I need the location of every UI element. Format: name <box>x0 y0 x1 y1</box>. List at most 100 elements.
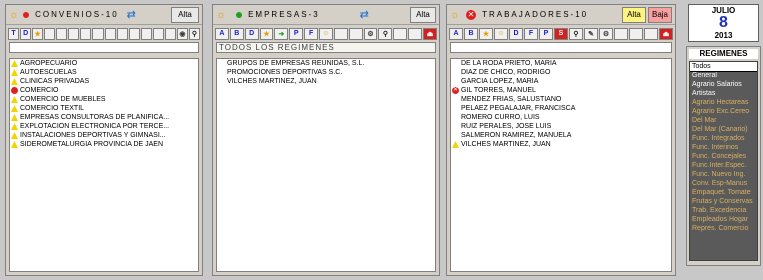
list-item[interactable]: COMERCIO TEXTIL <box>10 104 198 113</box>
regimen-item[interactable]: Empleados Hogar <box>690 215 757 224</box>
regimen-item[interactable]: Repres. Comercio <box>690 224 757 233</box>
blank-button[interactable] <box>116 27 128 40</box>
toolbar-s-button[interactable]: S <box>554 27 568 40</box>
regimen-item[interactable]: Func. Nuevo Ing. <box>690 170 757 179</box>
pencil-icon[interactable]: ✎ <box>584 27 598 40</box>
smiley-icon[interactable]: ☺ <box>319 27 333 40</box>
blank-button[interactable] <box>644 27 658 40</box>
toolbar-f-button[interactable]: F <box>304 27 319 40</box>
blank-button[interactable] <box>56 27 68 40</box>
sun-icon[interactable]: ☼ <box>216 9 226 21</box>
regimen-item[interactable]: Agrario Salarios <box>690 80 757 89</box>
star-icon[interactable]: ★ <box>259 27 274 40</box>
blank-button[interactable] <box>408 27 423 40</box>
blank-button[interactable] <box>140 27 152 40</box>
list-item[interactable]: COMERCIO DE MUEBLES <box>10 95 198 104</box>
trabajadores-baja-button[interactable]: Baja <box>648 6 672 23</box>
regimen-item[interactable]: General <box>690 71 757 80</box>
arrow-icon[interactable]: ➜ <box>274 27 289 40</box>
regimen-item[interactable]: Func.Inter.Espec. <box>690 161 757 170</box>
star-icon[interactable]: ★ <box>32 27 44 40</box>
toolbar-f-button[interactable]: F <box>524 27 538 40</box>
list-item[interactable]: GARCIA LOPEZ, MARIA <box>451 77 671 86</box>
list-item[interactable]: VILCHES MARTINEZ, JUAN <box>451 140 671 149</box>
regimen-item[interactable]: Func. Interinos <box>690 143 757 152</box>
list-item[interactable]: DIAZ DE CHICO, RODRIGO <box>451 68 671 77</box>
list-item[interactable]: SALMERON RAMIREZ, MANUELA <box>451 131 671 140</box>
list-item[interactable]: AUTOESCUELAS <box>10 68 198 77</box>
convenios-alta-button[interactable]: Alta <box>171 6 199 23</box>
toolbar-a-button[interactable]: A <box>449 27 463 40</box>
regimen-item[interactable]: Agrario Hectareas <box>690 98 757 107</box>
trabajadores-search-input[interactable] <box>450 42 672 53</box>
list-item[interactable]: MENDEZ FRIAS, SALUSTIANO <box>451 95 671 104</box>
blank-button[interactable] <box>152 27 164 40</box>
exit-icon[interactable]: ⏏ <box>423 27 437 40</box>
trabajadores-alta-button[interactable]: Alta <box>622 6 646 23</box>
empresas-alta-button[interactable]: Alta <box>410 6 436 23</box>
toolbar-p-button[interactable]: P <box>289 27 304 40</box>
toolbar-b-button[interactable]: B <box>229 27 244 40</box>
regimen-item[interactable]: Trab. Excedencia <box>690 206 757 215</box>
list-item[interactable]: ROMERO CURRO, LUIS <box>451 113 671 122</box>
list-item[interactable]: CLINICAS PRIVADAS <box>10 77 198 86</box>
regimen-item[interactable]: Del Mar (Canario) <box>690 125 757 134</box>
empresas-filter-input[interactable]: TODOS LOS REGIMENES <box>216 42 436 53</box>
smiley-icon[interactable]: ☺ <box>494 27 508 40</box>
blank-button[interactable] <box>68 27 80 40</box>
blank-button[interactable] <box>393 27 408 40</box>
calendar-widget[interactable]: JULIO 8 2013 <box>688 4 759 42</box>
sun-icon[interactable]: ☼ <box>450 9 460 21</box>
blank-button[interactable] <box>80 27 92 40</box>
refresh-icon[interactable]: ⇄ <box>127 8 136 21</box>
regimen-item[interactable]: Agrario Exc.Cereo <box>690 107 757 116</box>
list-item[interactable]: VILCHES MARTINEZ, JUAN <box>217 77 435 86</box>
toolbar-d-button[interactable]: D <box>509 27 523 40</box>
list-item[interactable]: INSTALACIONES DEPORTIVAS Y GIMNASI... <box>10 131 198 140</box>
blank-button[interactable] <box>104 27 116 40</box>
list-item[interactable]: AGROPECUARIO <box>10 59 198 68</box>
blank-button[interactable] <box>92 27 104 40</box>
search-icon[interactable]: ⚲ <box>378 27 393 40</box>
regimen-item[interactable]: Frutas y Conservas <box>690 197 757 206</box>
list-item[interactable]: COMERCIO <box>10 86 198 95</box>
list-item[interactable]: DE LA RODA PRIETO, MARIA <box>451 59 671 68</box>
eye-icon[interactable]: ◉ <box>176 27 188 40</box>
toolbar-d-button[interactable]: D <box>20 27 32 40</box>
list-item[interactable]: PROMOCIONES DEPORTIVAS S.C. <box>217 68 435 77</box>
blank-button[interactable] <box>333 27 348 40</box>
regimen-item[interactable]: Del Mar <box>690 116 757 125</box>
blank-button[interactable] <box>614 27 628 40</box>
gear-icon[interactable]: ⚙ <box>599 27 613 40</box>
search-icon[interactable]: ⚲ <box>569 27 583 40</box>
list-item[interactable]: EMPRESAS CONSULTORAS DE PLANIFICA... <box>10 113 198 122</box>
regimen-item[interactable]: Empaquet. Tomate <box>690 188 757 197</box>
blank-button[interactable] <box>164 27 176 40</box>
list-item[interactable]: RUIZ PERALES, JOSE LUIS <box>451 122 671 131</box>
blank-button[interactable] <box>348 27 363 40</box>
sun-icon[interactable]: ☼ <box>9 9 19 21</box>
toolbar-t-button[interactable]: T <box>8 27 20 40</box>
toolbar-b-button[interactable]: B <box>464 27 478 40</box>
list-item[interactable]: EXPLOTACION ELECTRONICA POR TERCE... <box>10 122 198 131</box>
convenios-search-input[interactable] <box>9 42 199 53</box>
regimen-item[interactable]: Artistas <box>690 89 757 98</box>
blank-button[interactable] <box>44 27 56 40</box>
list-item[interactable]: GRUPOS DE EMPRESAS REUNIDAS, S.L. <box>217 59 435 68</box>
blank-button[interactable] <box>128 27 140 40</box>
regimen-item[interactable]: Func. Concejales <box>690 152 757 161</box>
exit-icon[interactable]: ⏏ <box>659 27 673 40</box>
toolbar-p-button[interactable]: P <box>539 27 553 40</box>
refresh-icon[interactable]: ⇄ <box>360 8 369 21</box>
list-item[interactable]: ✕ GIL TORRES, MANUEL <box>451 86 671 95</box>
search-icon[interactable]: ⚲ <box>188 27 200 40</box>
regimen-item[interactable]: Conv. Esp-Manus <box>690 179 757 188</box>
list-item[interactable]: PELAEZ PEGALAJAR, FRANCISCA <box>451 104 671 113</box>
regimen-item[interactable]: Todos <box>690 62 757 72</box>
star-icon[interactable]: ★ <box>479 27 493 40</box>
toolbar-a-button[interactable]: A <box>215 27 229 40</box>
gear-icon[interactable]: ⚙ <box>363 27 378 40</box>
blank-button[interactable] <box>629 27 643 40</box>
list-item[interactable]: SIDEROMETALURGIA PROVINCIA DE JAEN <box>10 140 198 149</box>
toolbar-d-button[interactable]: D <box>244 27 259 40</box>
